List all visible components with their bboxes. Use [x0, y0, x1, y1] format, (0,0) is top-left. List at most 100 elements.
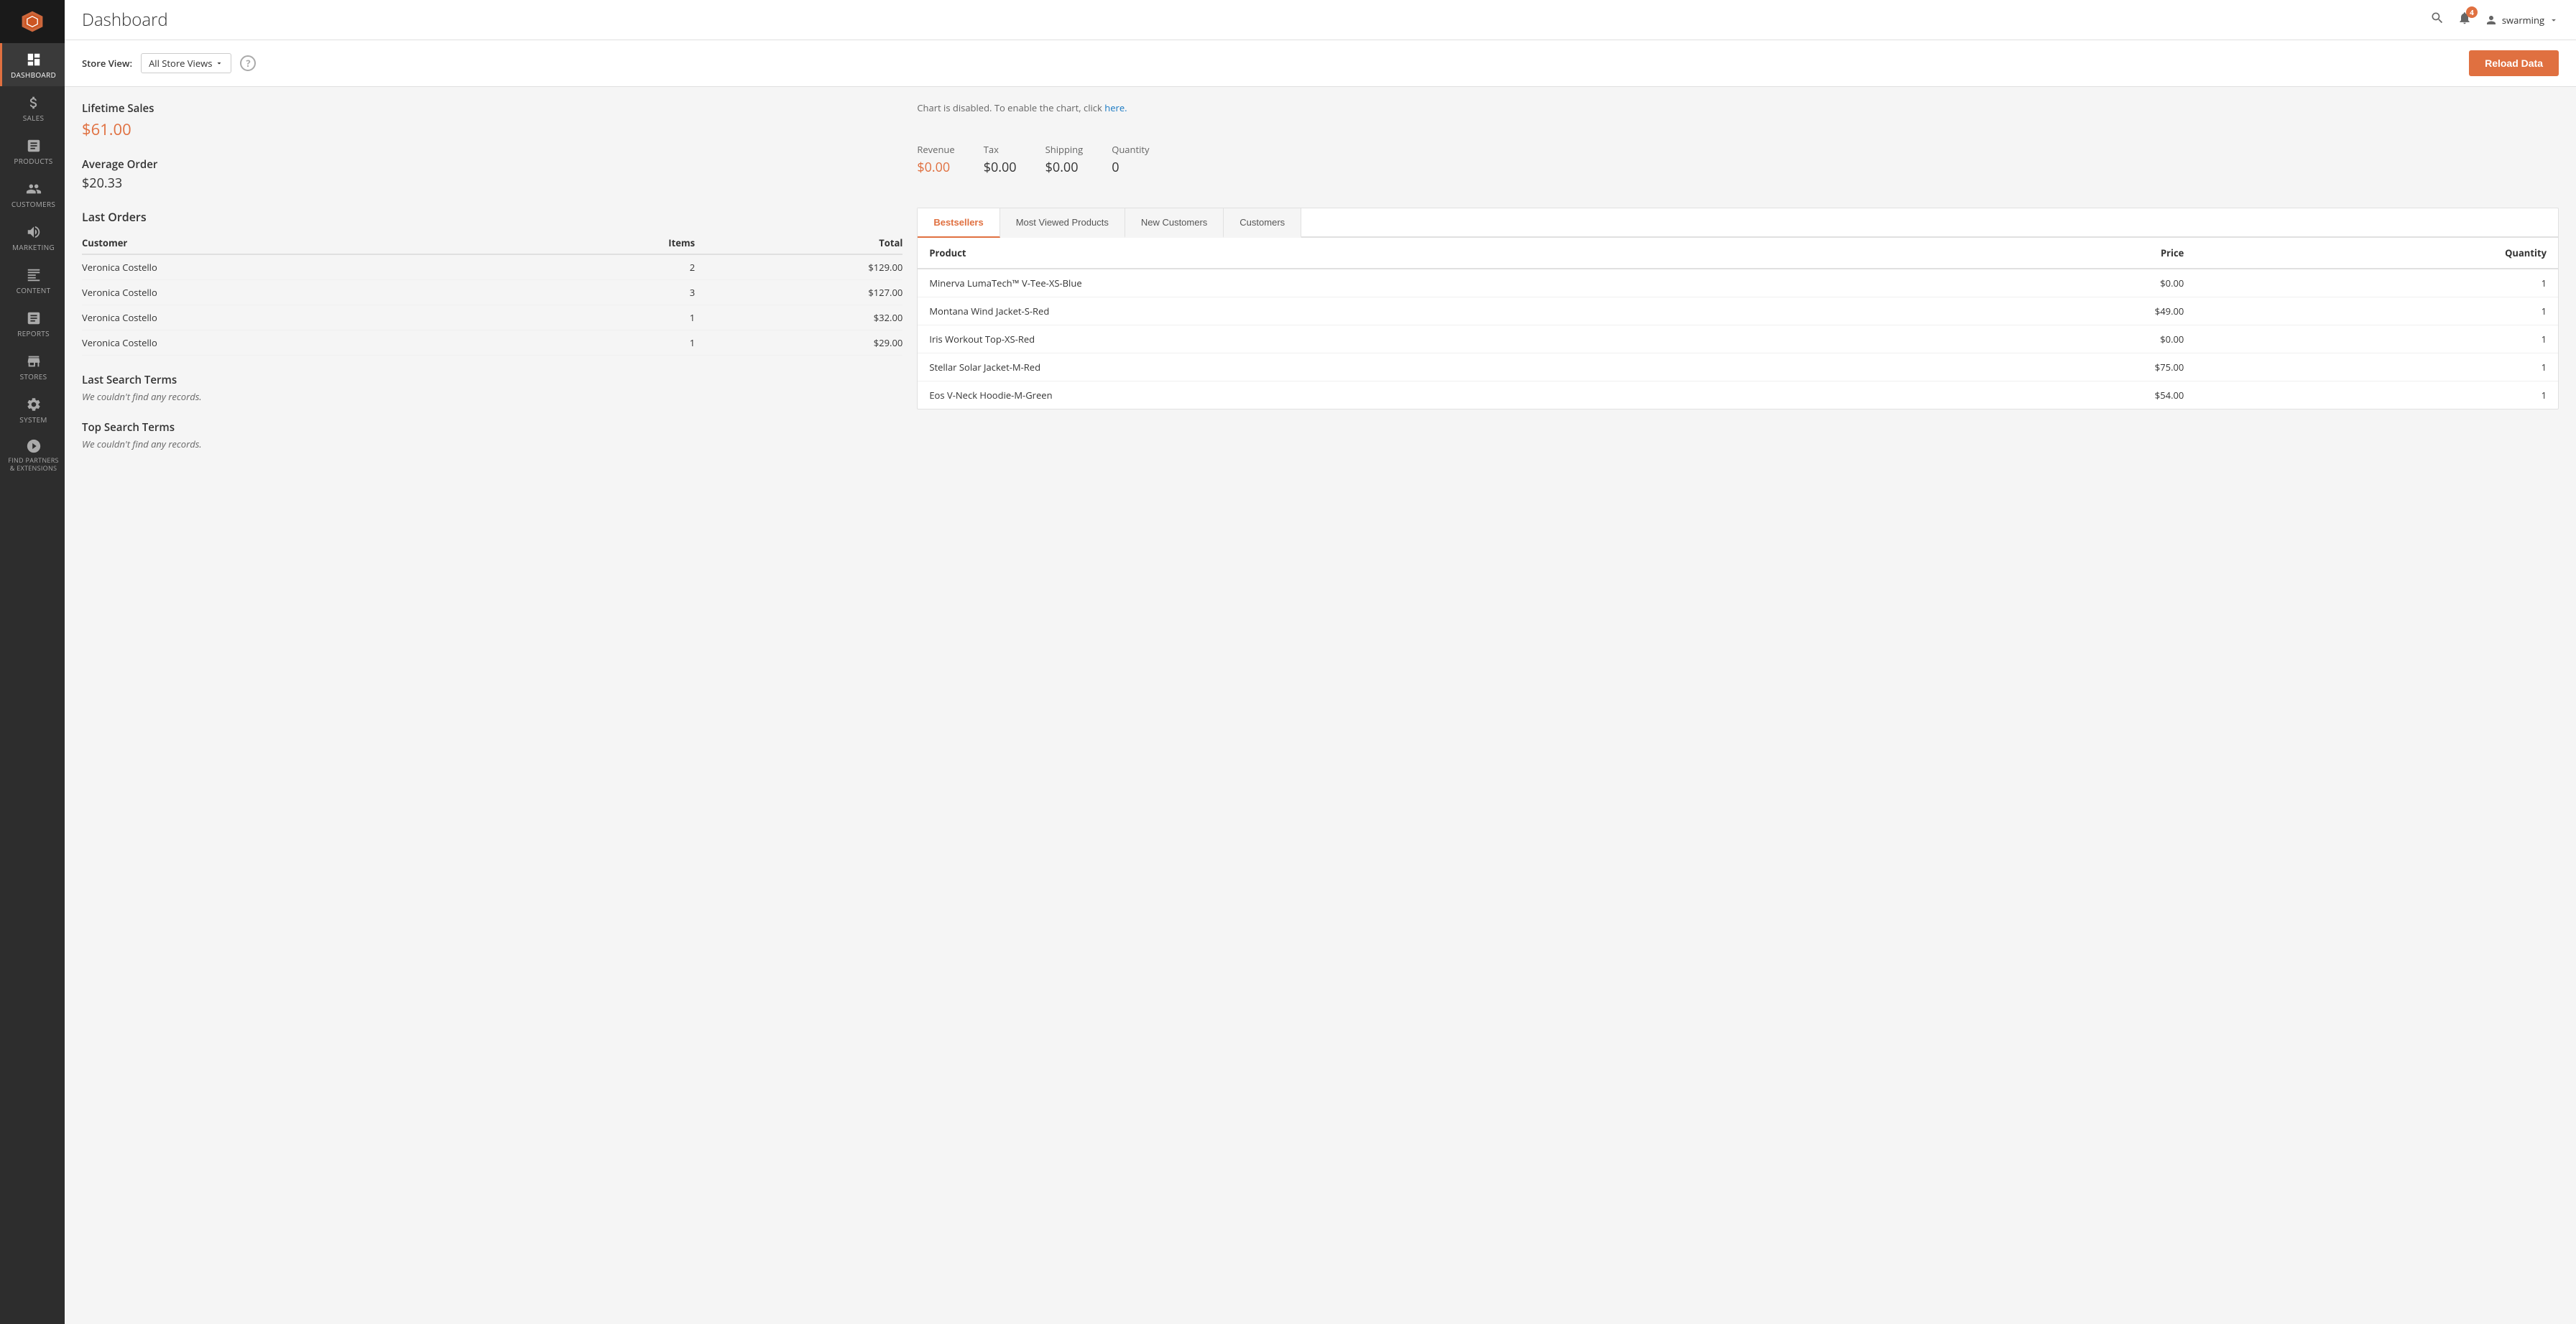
sidebar-item-sales[interactable]: SALES — [0, 86, 65, 129]
price-col-header: Price — [1903, 238, 2195, 269]
search-icon-btn[interactable] — [2430, 11, 2445, 29]
topbar: Dashboard 4 swarming — [65, 0, 2576, 40]
sidebar-item-reports-label: REPORTS — [17, 329, 50, 338]
product-quantity: 1 — [2195, 297, 2558, 325]
metric-label: Quantity — [1112, 143, 1149, 156]
sidebar-item-products[interactable]: PRODUCTS — [0, 129, 65, 172]
right-panel: Chart is disabled. To enable the chart, … — [917, 101, 2559, 450]
table-row: Veronica Costello 3 $127.00 — [82, 280, 902, 305]
topbar-right: 4 swarming — [2430, 11, 2559, 29]
notification-count: 4 — [2466, 6, 2478, 18]
user-menu[interactable]: swarming — [2485, 14, 2559, 27]
sidebar-item-dashboard[interactable]: DASHBOARD — [0, 43, 65, 86]
product-quantity: 1 — [2195, 381, 2558, 409]
sidebar-item-marketing-label: MARKETING — [12, 243, 55, 251]
metric-value: $0.00 — [984, 159, 1017, 176]
order-items: 2 — [535, 254, 695, 280]
chart-disabled-msg: Chart is disabled. To enable the chart, … — [917, 101, 2559, 114]
sidebar-item-customers[interactable]: CUSTOMERS — [0, 172, 65, 216]
last-orders-table: Customer Items Total Veronica Costello 2… — [82, 232, 902, 356]
table-row: Stellar Solar Jacket-M-Red $75.00 1 — [918, 353, 2558, 381]
chart-enable-link[interactable]: here. — [1104, 101, 1127, 114]
reload-data-button[interactable]: Reload Data — [2469, 50, 2559, 76]
last-search-terms-title: Last Search Terms — [82, 373, 902, 387]
store-view-selected: All Store Views — [149, 57, 212, 70]
metric-value: 0 — [1112, 159, 1149, 176]
help-icon[interactable]: ? — [240, 55, 256, 71]
last-search-terms-block: Last Search Terms We couldn't find any r… — [82, 373, 902, 403]
metric-label: Shipping — [1045, 143, 1084, 156]
product-price: $54.00 — [1903, 381, 2195, 409]
table-row: Veronica Costello 1 $32.00 — [82, 305, 902, 330]
order-items: 1 — [535, 330, 695, 356]
metric-block-quantity: Quantity 0 — [1112, 143, 1149, 176]
product-price: $49.00 — [1903, 297, 2195, 325]
sidebar-item-content[interactable]: CONTENT — [0, 259, 65, 302]
product-quantity: 1 — [2195, 353, 2558, 381]
product-col-header: Product — [918, 238, 1903, 269]
sidebar-item-find-partners-label: FIND PARTNERS & EXTENSIONS — [5, 457, 62, 473]
tab-bestsellers[interactable]: Bestsellers — [918, 208, 1000, 238]
tab-content: Product Price Quantity Minerva LumaTech™… — [918, 238, 2558, 409]
tab-most-viewed[interactable]: Most Viewed Products — [1000, 208, 1125, 238]
sidebar-item-find-partners[interactable]: FIND PARTNERS & EXTENSIONS — [0, 431, 65, 478]
table-row: Montana Wind Jacket-S-Red $49.00 1 — [918, 297, 2558, 325]
product-quantity: 1 — [2195, 269, 2558, 297]
tabs-header: BestsellersMost Viewed ProductsNew Custo… — [918, 208, 2558, 238]
product-price: $75.00 — [1903, 353, 2195, 381]
product-name: Stellar Solar Jacket-M-Red — [918, 353, 1903, 381]
sidebar-item-sales-label: SALES — [23, 114, 45, 122]
product-name: Eos V-Neck Hoodie-M-Green — [918, 381, 1903, 409]
table-row: Veronica Costello 1 $29.00 — [82, 330, 902, 356]
product-name: Minerva LumaTech™ V-Tee-XS-Blue — [918, 269, 1903, 297]
last-orders-title: Last Orders — [82, 209, 902, 225]
average-order-title: Average Order — [82, 157, 902, 172]
table-row: Veronica Costello 2 $129.00 — [82, 254, 902, 280]
order-customer: Veronica Costello — [82, 305, 535, 330]
top-search-terms-empty: We couldn't find any records. — [82, 438, 902, 450]
metrics-row: Revenue $0.00 Tax $0.00 Shipping $0.00 Q… — [917, 143, 2559, 176]
product-price: $0.00 — [1903, 325, 2195, 353]
tabs-container: BestsellersMost Viewed ProductsNew Custo… — [917, 208, 2559, 409]
order-items: 1 — [535, 305, 695, 330]
dashboard-grid: Lifetime Sales $61.00 Average Order $20.… — [65, 87, 2576, 465]
col-customer-header: Customer — [82, 232, 535, 254]
metric-label: Tax — [984, 143, 1017, 156]
top-search-terms-title: Top Search Terms — [82, 420, 902, 435]
lifetime-sales-title: Lifetime Sales — [82, 101, 902, 116]
metric-block-shipping: Shipping $0.00 — [1045, 143, 1084, 176]
order-total: $32.00 — [695, 305, 902, 330]
last-orders-block: Last Orders Customer Items Total Veronic… — [82, 209, 902, 356]
store-view-dropdown[interactable]: All Store Views — [141, 53, 231, 73]
tab-new-customers[interactable]: New Customers — [1125, 208, 1224, 238]
sidebar-item-stores[interactable]: STORES — [0, 345, 65, 388]
sidebar: DASHBOARD SALES PRODUCTS CUSTOMERS MARKE… — [0, 0, 65, 1324]
sidebar-item-dashboard-label: DASHBOARD — [11, 70, 56, 79]
product-quantity: 1 — [2195, 325, 2558, 353]
sidebar-item-customers-label: CUSTOMERS — [11, 200, 55, 208]
order-items: 3 — [535, 280, 695, 305]
content-area: Store View: All Store Views ? Reload Dat… — [65, 40, 2576, 1324]
metric-label: Revenue — [917, 143, 954, 156]
order-total: $29.00 — [695, 330, 902, 356]
top-search-terms-block: Top Search Terms We couldn't find any re… — [82, 420, 902, 450]
sidebar-item-reports[interactable]: REPORTS — [0, 302, 65, 345]
table-row: Iris Workout Top-XS-Red $0.00 1 — [918, 325, 2558, 353]
page-title: Dashboard — [82, 8, 168, 32]
tab-customers[interactable]: Customers — [1224, 208, 1301, 238]
product-name: Iris Workout Top-XS-Red — [918, 325, 1903, 353]
user-name: swarming — [2502, 14, 2544, 27]
product-price: $0.00 — [1903, 269, 2195, 297]
sidebar-item-marketing[interactable]: MARKETING — [0, 216, 65, 259]
metric-value: $0.00 — [917, 159, 954, 176]
logo — [0, 0, 65, 43]
product-name: Montana Wind Jacket-S-Red — [918, 297, 1903, 325]
last-search-terms-empty: We couldn't find any records. — [82, 390, 902, 403]
notification-bell[interactable]: 4 — [2457, 11, 2472, 29]
metric-value: $0.00 — [1045, 159, 1084, 176]
sidebar-item-system[interactable]: SYSTEM — [0, 388, 65, 431]
table-row: Minerva LumaTech™ V-Tee-XS-Blue $0.00 1 — [918, 269, 2558, 297]
main-content: Dashboard 4 swarming Store View: All Sto… — [65, 0, 2576, 1324]
metric-block-revenue: Revenue $0.00 — [917, 143, 954, 176]
metric-block-tax: Tax $0.00 — [984, 143, 1017, 176]
